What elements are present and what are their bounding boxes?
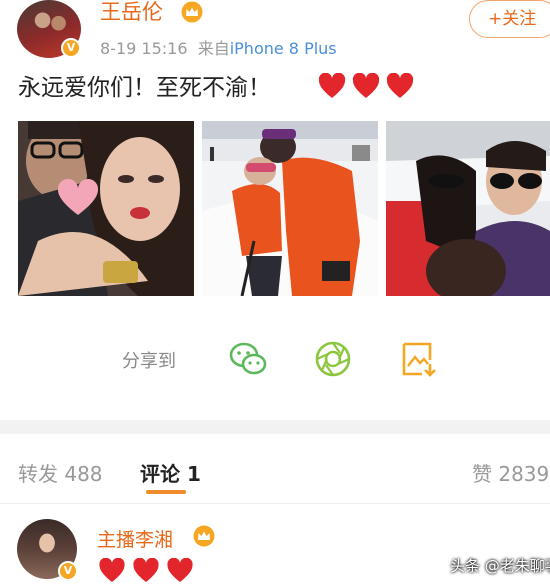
interaction-tabs: 转发 488 评论 1 赞 2839 [0, 434, 550, 504]
active-tab-indicator [146, 490, 186, 494]
vip-crown-icon [181, 1, 203, 23]
post-header: V 王岳伦 8-19 15:16 来自iPhone 8 Plus +关注 [0, 0, 550, 66]
moments-icon[interactable] [314, 340, 352, 378]
vip-crown-icon [193, 525, 215, 547]
watermark-text: 头条 @老朱聊事 [450, 557, 550, 575]
source-prefix: 来自 [197, 39, 230, 58]
verified-badge-icon: V [58, 561, 78, 581]
tab-comments[interactable]: 评论 1 [140, 458, 201, 487]
commenter-name[interactable]: 主播李湘 [97, 525, 173, 552]
share-row: 分享到 [0, 335, 550, 385]
heart-icon [386, 73, 414, 98]
heart-icon [99, 558, 125, 583]
post-hearts [318, 73, 414, 99]
device-link[interactable]: iPhone 8 Plus [230, 39, 337, 58]
comment-hearts [98, 558, 194, 583]
post-meta: 8-19 15:16 来自iPhone 8 Plus [100, 35, 337, 59]
heart-icon [318, 73, 346, 98]
wechat-icon[interactable] [229, 340, 267, 378]
tab-likes[interactable]: 赞 2839 [472, 458, 549, 487]
heart-icon [352, 73, 380, 98]
share-label: 分享到 [122, 351, 176, 372]
post-photo[interactable] [202, 121, 378, 296]
follow-button[interactable]: +关注 [469, 0, 550, 38]
post-photo[interactable] [386, 121, 550, 296]
watermark: 头条 @老朱聊事 [450, 555, 550, 576]
post-text: 永远爱你们！至死不渝！ [18, 75, 271, 101]
author-name[interactable]: 王岳伦 [100, 0, 163, 24]
verified-badge-icon: V [61, 38, 81, 58]
post-time: 8-19 15:16 [100, 39, 188, 58]
heart-icon [167, 558, 193, 583]
heart-icon [133, 558, 159, 583]
save-image-icon[interactable] [400, 340, 438, 378]
tab-repost[interactable]: 转发 488 [18, 458, 103, 487]
post-photo[interactable] [18, 121, 194, 296]
section-divider [0, 420, 550, 434]
